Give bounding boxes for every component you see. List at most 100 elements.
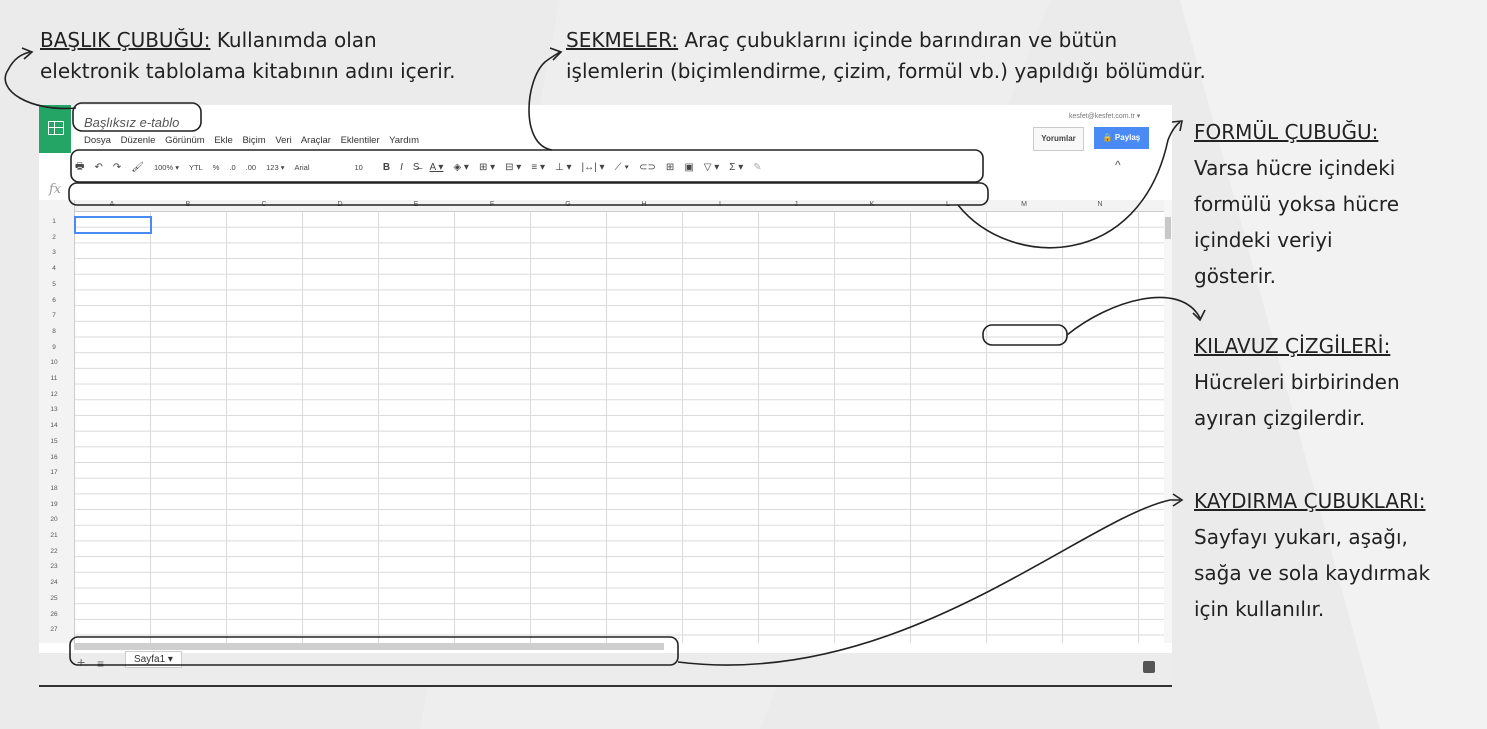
undo-icon[interactable]: ↶	[94, 162, 102, 173]
row-header[interactable]: 17	[39, 469, 69, 476]
row-header[interactable]: 18	[39, 485, 69, 492]
font-select[interactable]: Arial	[294, 163, 309, 172]
menu-item[interactable]: Araçlar	[301, 135, 331, 146]
column-header[interactable]: H	[606, 201, 682, 208]
decrease-decimal-button[interactable]: .0	[229, 163, 235, 172]
column-header[interactable]: B	[150, 201, 226, 208]
row-header[interactable]: 25	[39, 595, 69, 602]
collapse-caret-icon[interactable]: ^	[1115, 158, 1121, 172]
row-header[interactable]: 2	[39, 234, 69, 241]
link-icon[interactable]: ⊂⊃	[639, 162, 656, 173]
add-sheet-button[interactable]: +	[77, 654, 85, 670]
column-header[interactable]: G	[530, 201, 606, 208]
filter-icon[interactable]: ▽ ▾	[704, 162, 720, 173]
row-header[interactable]: 7	[39, 312, 69, 319]
comments-button[interactable]: Yorumlar	[1033, 127, 1084, 151]
document-title[interactable]: Başlıksız e-tablo	[84, 115, 179, 130]
tabs-text-1: Araç çubuklarını içinde barındıran ve bü…	[684, 28, 1118, 52]
horizontal-scrollbar[interactable]	[74, 643, 664, 650]
row-header[interactable]: 1	[39, 218, 69, 225]
bold-icon[interactable]: B	[383, 162, 390, 173]
column-header[interactable]: C	[226, 201, 302, 208]
comment-icon[interactable]: ⊞	[666, 162, 674, 173]
row-header[interactable]: 5	[39, 281, 69, 288]
row-header[interactable]: 14	[39, 422, 69, 429]
vertical-scroll-thumb[interactable]	[1165, 217, 1171, 239]
pencil-icon[interactable]: ✎	[753, 162, 761, 173]
text-rotate-icon[interactable]: ⟋ ▾	[614, 162, 629, 173]
paint-format-icon[interactable]: 🖌	[131, 162, 144, 173]
fill-color-icon[interactable]: ◈ ▾	[453, 162, 469, 173]
row-header[interactable]: 21	[39, 532, 69, 539]
menu-item[interactable]: Görünüm	[165, 135, 205, 146]
row-header[interactable]: 22	[39, 548, 69, 555]
strikethrough-icon[interactable]: S̶	[413, 162, 420, 173]
row-header[interactable]: 15	[39, 438, 69, 445]
borders-icon[interactable]: ⊞ ▾	[479, 162, 495, 173]
column-header[interactable]: K	[834, 201, 910, 208]
row-header[interactable]: 24	[39, 579, 69, 586]
italic-icon[interactable]: I	[400, 162, 403, 173]
number-format-select[interactable]: 123 ▾	[266, 163, 284, 172]
cell-grid[interactable]	[39, 200, 1164, 643]
column-header[interactable]: L	[910, 201, 986, 208]
explore-icon[interactable]	[1143, 661, 1155, 673]
row-header[interactable]: 16	[39, 454, 69, 461]
redo-icon[interactable]: ↷	[113, 162, 121, 173]
merge-cells-icon[interactable]: ⊟ ▾	[505, 162, 521, 173]
row-header[interactable]: 3	[39, 249, 69, 256]
row-header[interactable]: 20	[39, 516, 69, 523]
menu-item[interactable]: Düzenle	[121, 135, 156, 146]
row-header[interactable]: 10	[39, 359, 69, 366]
tabs-note: SEKMELER: Araç çubuklarını içinde barınd…	[566, 25, 1206, 87]
formula-bar-heading: FORMÜL ÇUBUĞU:	[1194, 120, 1379, 144]
column-header[interactable]: I	[682, 201, 758, 208]
horizontal-align-icon[interactable]: ≡ ▾	[531, 162, 545, 173]
vertical-align-icon[interactable]: ⊥ ▾	[555, 162, 572, 173]
row-header[interactable]: 23	[39, 563, 69, 570]
menu-item[interactable]: Biçim	[242, 135, 265, 146]
menu-item[interactable]: Yardım	[389, 135, 419, 146]
account-email[interactable]: kesfet@kesfet.com.tr ▾	[1069, 112, 1140, 120]
column-header[interactable]: F	[454, 201, 530, 208]
menu-item[interactable]: Veri	[275, 135, 291, 146]
menu-item[interactable]: Ekle	[214, 135, 232, 146]
currency-button[interactable]: YTL	[189, 163, 203, 172]
row-header[interactable]: 13	[39, 406, 69, 413]
row-header[interactable]: 26	[39, 611, 69, 618]
row-header[interactable]: 19	[39, 501, 69, 508]
percent-button[interactable]: %	[213, 163, 220, 172]
vertical-scrollbar[interactable]	[1164, 200, 1172, 643]
selected-cell[interactable]	[74, 216, 152, 234]
chart-icon[interactable]: ▣	[684, 162, 693, 173]
scrollbars-text-2: sağa ve sola kaydırmak	[1194, 561, 1431, 585]
column-header[interactable]: M	[986, 201, 1062, 208]
share-button[interactable]: 🔒 Paylaş	[1094, 127, 1149, 149]
title-bar-note: BAŞLIK ÇUBUĞU: Kullanımda olan elektroni…	[40, 25, 456, 87]
zoom-select[interactable]: 100% ▾	[154, 163, 179, 172]
sheet-tab[interactable]: Sayfa1 ▾	[125, 651, 182, 668]
column-header[interactable]: N	[1062, 201, 1138, 208]
sheets-logo-icon[interactable]	[39, 105, 71, 153]
font-size-select[interactable]: 10	[355, 163, 363, 172]
row-header[interactable]: 6	[39, 297, 69, 304]
functions-icon[interactable]: Σ ▾	[729, 162, 743, 173]
column-header[interactable]: J	[758, 201, 834, 208]
print-icon[interactable]: 🖶	[75, 159, 84, 176]
column-header[interactable]: D	[302, 201, 378, 208]
row-header[interactable]: 27	[39, 626, 69, 633]
text-color-icon[interactable]: A ▾	[430, 162, 444, 173]
column-header[interactable]: A	[74, 201, 150, 208]
row-header[interactable]: 9	[39, 344, 69, 351]
increase-decimal-button[interactable]: .00	[246, 163, 256, 172]
all-sheets-button[interactable]: ≡	[97, 657, 104, 671]
row-header[interactable]: 4	[39, 265, 69, 272]
row-header[interactable]: 11	[39, 375, 69, 382]
text-wrap-icon[interactable]: |↔| ▾	[581, 162, 604, 173]
row-header[interactable]: 12	[39, 391, 69, 398]
row-header[interactable]: 8	[39, 328, 69, 335]
menu-item[interactable]: Eklentiler	[341, 135, 380, 146]
column-header[interactable]: E	[378, 201, 454, 208]
tabs-text-2: işlemlerin (biçimlendirme, çizim, formül…	[566, 59, 1206, 83]
menu-item[interactable]: Dosya	[84, 135, 111, 146]
